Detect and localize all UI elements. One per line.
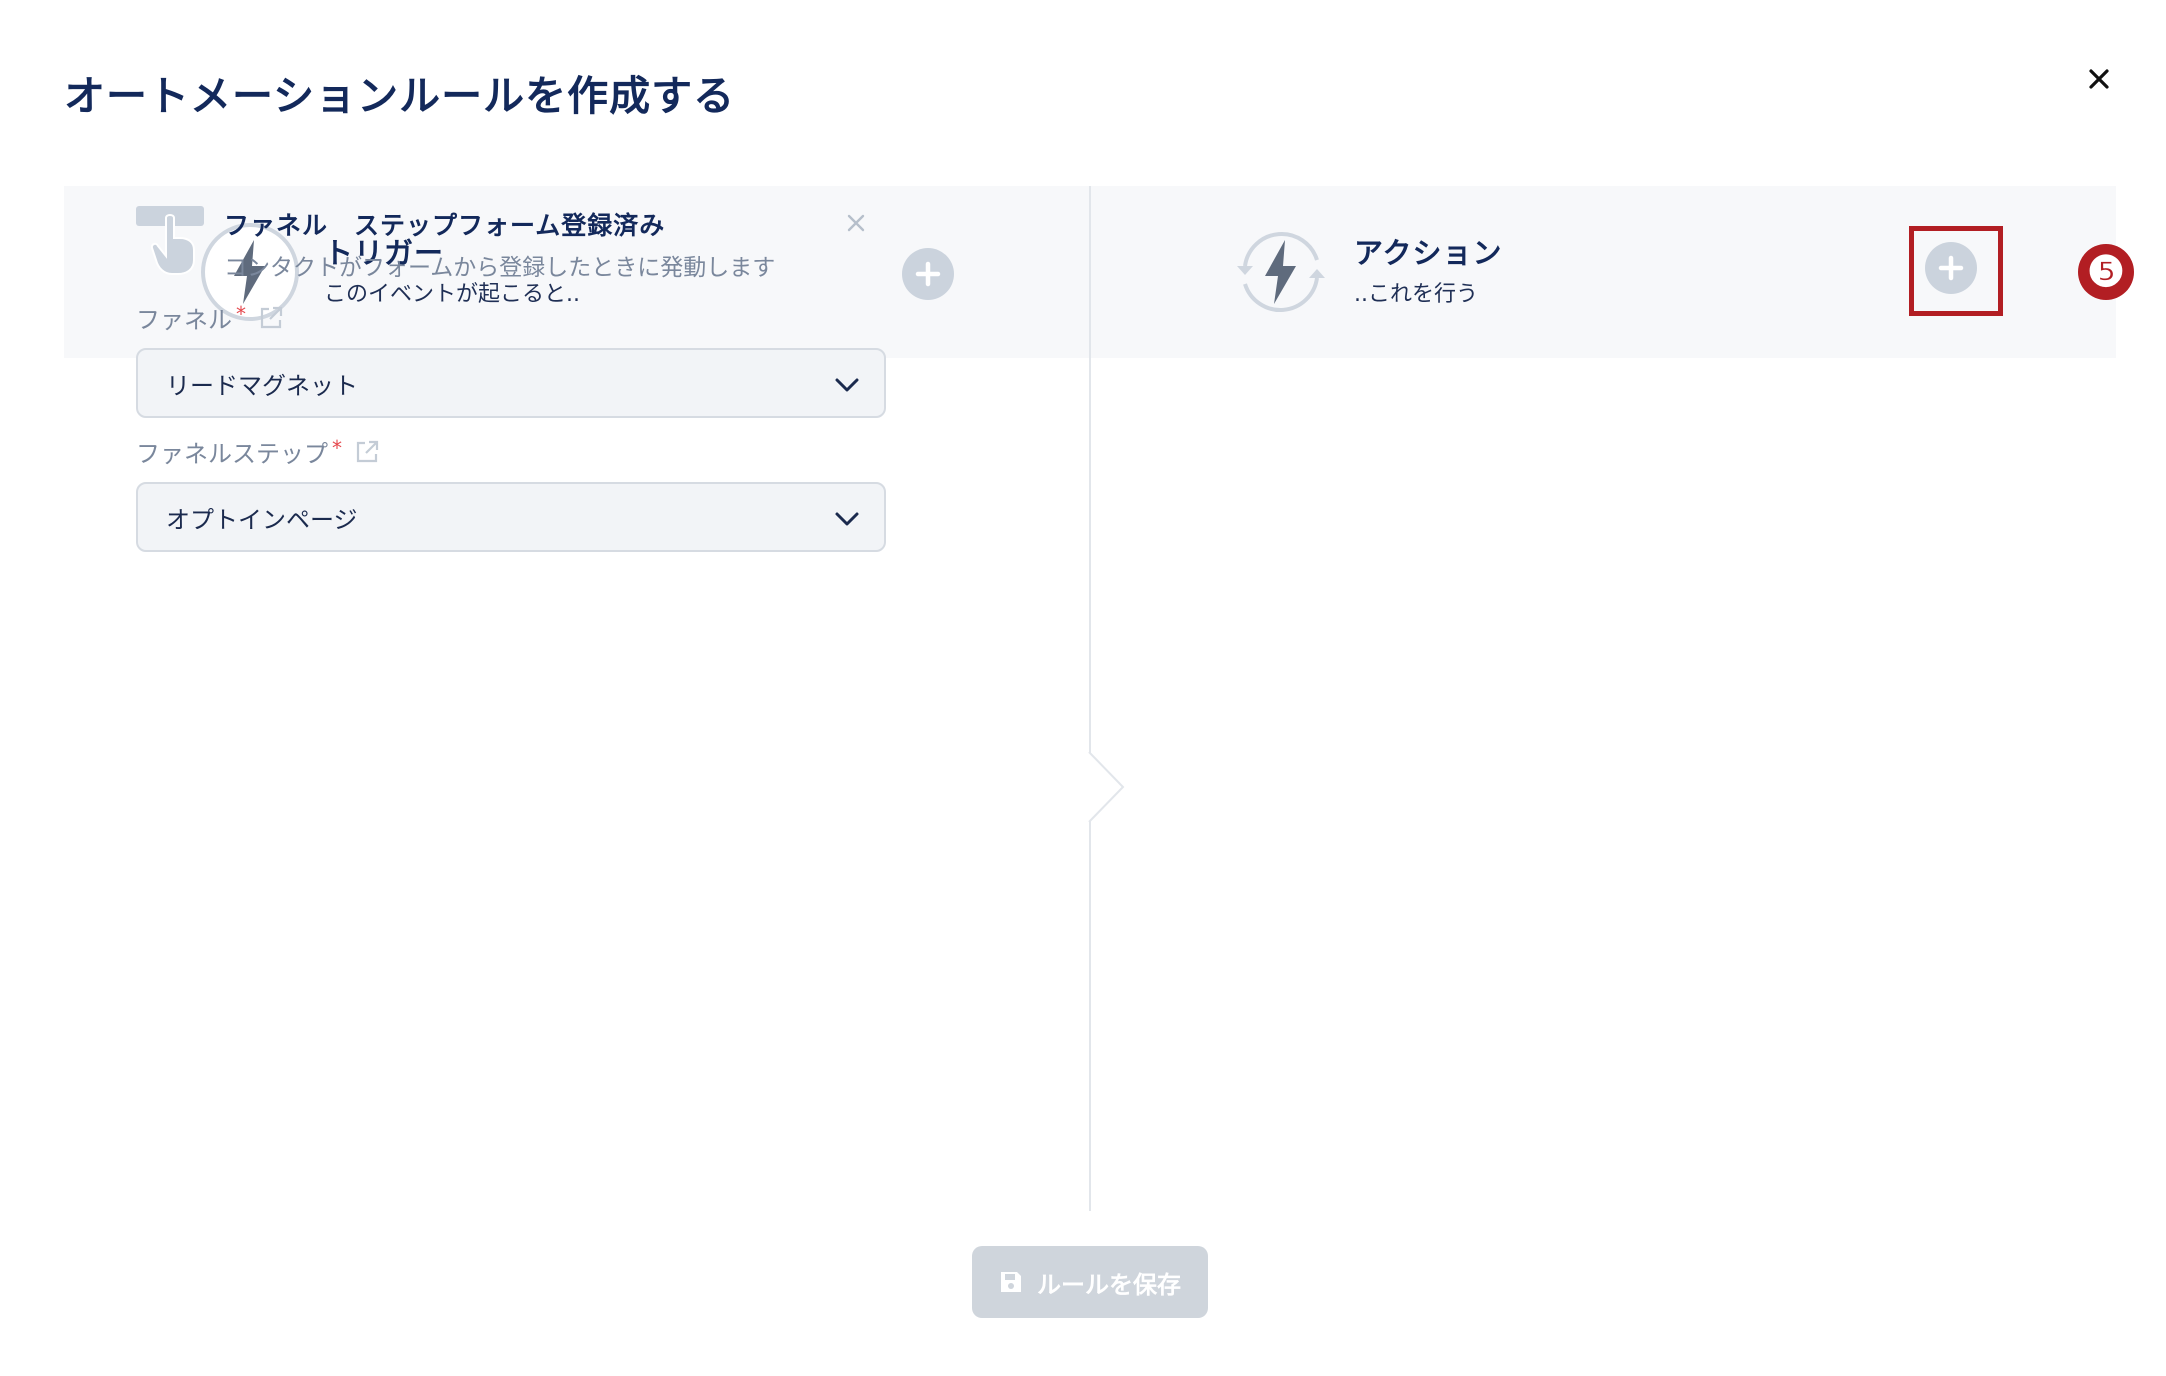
save-rule-label: ルールを保存 xyxy=(1037,1270,1181,1299)
external-link-icon[interactable] xyxy=(354,439,380,465)
add-trigger-button[interactable] xyxy=(902,248,954,300)
action-title: アクション xyxy=(1354,236,1503,270)
save-rule-button[interactable]: ルールを保存 xyxy=(972,1246,1208,1318)
plus-icon xyxy=(915,261,941,287)
funnel-select-value: リードマグネット xyxy=(166,371,358,400)
funnel-step-label-text: ファネルステップ xyxy=(136,440,328,468)
divider-arrow xyxy=(1088,752,1125,822)
chevron-down-icon xyxy=(835,512,859,526)
funnel-step-select[interactable]: オプトインページ xyxy=(136,482,886,552)
step-number-badge: ❺ xyxy=(2078,244,2134,300)
highlight-annotation-box xyxy=(1909,226,2003,316)
column-divider xyxy=(1089,186,1091,1211)
tap-hand-icon xyxy=(136,206,204,275)
chevron-down-icon xyxy=(835,378,859,392)
required-mark: * xyxy=(236,301,246,326)
save-icon xyxy=(1001,1272,1021,1292)
close-modal-button[interactable] xyxy=(2080,60,2118,98)
funnel-label: ファネル * xyxy=(136,300,284,335)
modal-title: オートメーションルールを作成する xyxy=(64,72,736,120)
funnel-select[interactable]: リードマグネット xyxy=(136,348,886,418)
trigger-card-title: ファネル ステップフォーム登録済み xyxy=(224,211,666,240)
close-icon xyxy=(847,214,865,232)
lightning-cycle-icon xyxy=(1237,232,1325,312)
external-link-icon[interactable] xyxy=(258,305,284,331)
required-mark: * xyxy=(332,435,342,460)
funnel-step-select-value: オプトインページ xyxy=(166,505,358,534)
trigger-card-description: コンタクトがフォームから登録したときに発動します xyxy=(224,255,776,281)
close-icon xyxy=(2089,69,2109,89)
remove-trigger-button[interactable] xyxy=(841,208,871,238)
rule-builder: トリガー このイベントが起こると.. アクション ..これを行う ❺ xyxy=(64,186,2134,1211)
funnel-label-text: ファネル xyxy=(136,306,232,334)
action-subtitle: ..これを行う xyxy=(1354,282,1478,307)
funnel-step-label: ファネルステップ * xyxy=(136,434,380,469)
